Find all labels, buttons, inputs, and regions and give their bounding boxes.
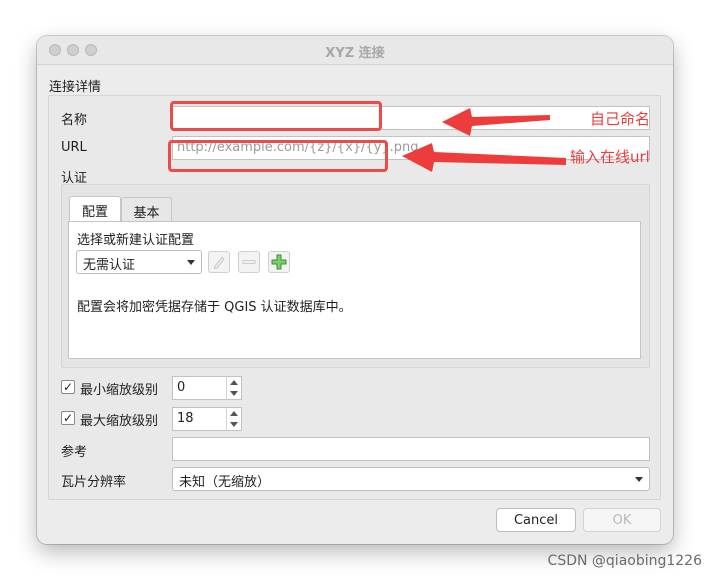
- tab-basic[interactable]: 基本: [121, 197, 172, 222]
- referer-label: 参考: [61, 445, 88, 460]
- tile-resolution-label: 瓦片分辨率: [61, 475, 127, 490]
- watermark: CSDN @qiaobing1226: [547, 553, 702, 569]
- window-title: XYZ 连接: [325, 46, 385, 61]
- min-zoom-value: 0: [177, 380, 186, 395]
- tile-resolution-selected: 未知（无缩放）: [179, 475, 271, 490]
- add-auth-button[interactable]: [268, 251, 290, 273]
- max-zoom-label: 最大缩放级别: [80, 414, 159, 429]
- name-highlight-box: [170, 101, 382, 131]
- remove-auth-button[interactable]: [238, 251, 260, 273]
- remove-icon: [242, 260, 256, 264]
- min-zoom-stepper[interactable]: [226, 377, 241, 399]
- name-hint-annotation: 自己命名: [590, 110, 651, 128]
- max-zoom-spinbox[interactable]: 18: [172, 407, 242, 431]
- spin-up-icon: [230, 380, 238, 385]
- referer-input[interactable]: [172, 437, 650, 461]
- url-hint-annotation: 输入在线url: [570, 148, 650, 166]
- min-zoom-label: 最小缩放级别: [80, 383, 159, 398]
- edit-auth-button[interactable]: [208, 251, 230, 273]
- add-icon: [271, 254, 287, 270]
- auth-config-select[interactable]: 无需认证: [76, 250, 202, 274]
- auth-info-text: 配置会将加密凭据存储于 QGIS 认证数据库中。: [77, 300, 352, 315]
- auth-config-selected: 无需认证: [83, 258, 136, 273]
- url-arrow-icon: [402, 143, 566, 172]
- min-zoom-spinbox[interactable]: 0: [172, 376, 242, 400]
- name-arrow-icon: [442, 108, 550, 136]
- select-auth-config-label: 选择或新建认证配置: [77, 233, 195, 248]
- max-zoom-checkbox[interactable]: ✓: [61, 411, 75, 425]
- group-title-connection-details: 连接详情: [49, 80, 102, 95]
- spin-up-icon: [230, 411, 238, 416]
- chevron-down-icon: [635, 477, 643, 482]
- name-label: 名称: [61, 113, 88, 128]
- title-bar: XYZ 连接: [37, 36, 673, 65]
- chevron-down-icon: [187, 260, 195, 265]
- tab-config[interactable]: 配置: [69, 196, 121, 221]
- pencil-icon: [213, 256, 225, 270]
- ok-button[interactable]: OK: [583, 508, 661, 532]
- spin-down-icon: [230, 422, 238, 427]
- tile-resolution-select[interactable]: 未知（无缩放）: [172, 467, 650, 491]
- max-zoom-stepper[interactable]: [226, 408, 241, 430]
- url-highlight-box: [168, 140, 388, 172]
- spin-down-icon: [230, 391, 238, 396]
- max-zoom-value: 18: [177, 411, 194, 426]
- min-zoom-checkbox[interactable]: ✓: [61, 380, 75, 394]
- url-label: URL: [61, 140, 87, 155]
- cancel-button[interactable]: Cancel: [496, 508, 576, 532]
